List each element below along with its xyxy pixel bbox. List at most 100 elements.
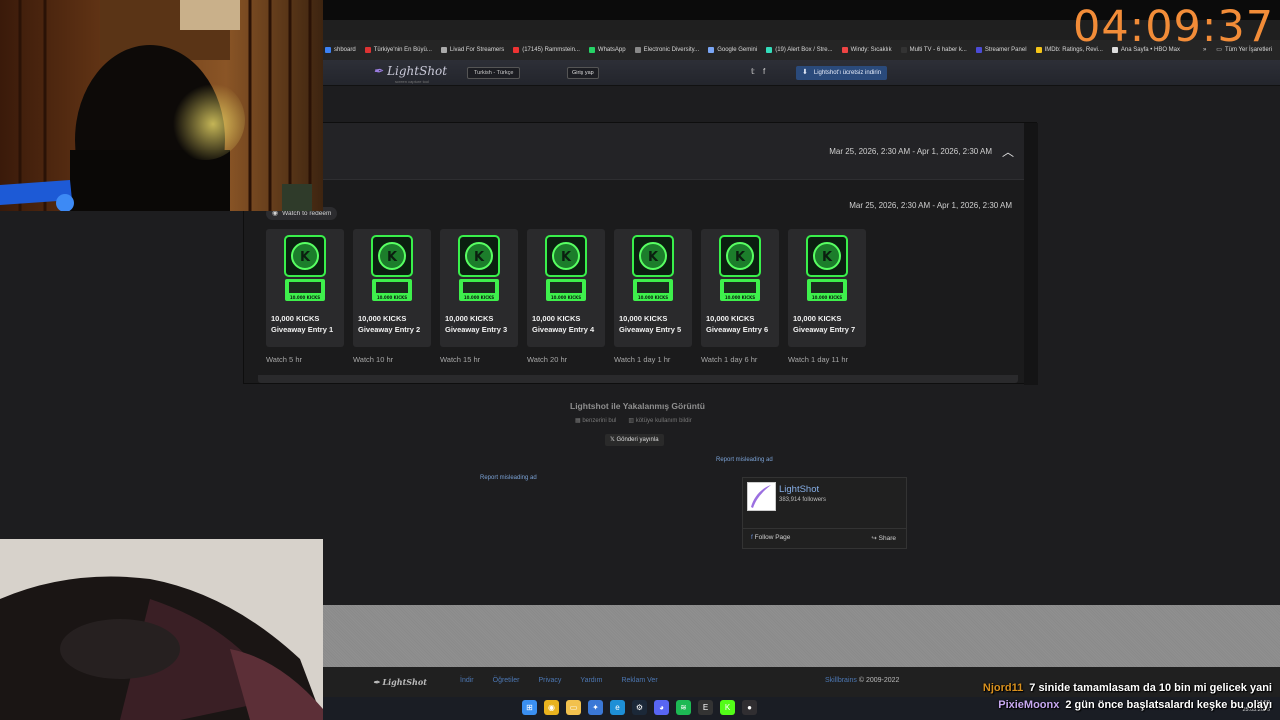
bookmark-item[interactable]: (17145) Rammstein... bbox=[513, 47, 580, 53]
bookmark-item[interactable]: Electronic Diversity... bbox=[634, 47, 699, 53]
svg-text:K: K bbox=[822, 250, 833, 265]
reward-requirement: Watch 1 day 11 hr bbox=[788, 355, 849, 364]
share-icon: ↪ bbox=[871, 535, 877, 542]
page-avatar[interactable] bbox=[747, 482, 776, 511]
noise-band bbox=[323, 605, 1280, 667]
tweet-button[interactable]: 𝕏 Gönderi yayınla bbox=[605, 434, 664, 446]
bookmark-label: Windy: Sıcaklık bbox=[850, 47, 892, 53]
reward-card[interactable]: K 10.000 KICKS 10,000 KICKS Giveaway Entry … bbox=[614, 229, 692, 375]
bookmark-favicon-icon bbox=[634, 47, 641, 53]
social-icons[interactable]: 𝕥 f bbox=[751, 67, 765, 76]
app-blue-icon[interactable]: ✦ bbox=[588, 700, 603, 715]
chat-username-2[interactable]: PixieMoonx bbox=[998, 699, 1059, 711]
card-bottom-bar bbox=[258, 375, 1018, 383]
footer-link[interactable]: Yardım bbox=[580, 677, 602, 684]
share-button[interactable]: ↪ Share bbox=[871, 534, 896, 542]
bookmark-favicon-icon bbox=[975, 47, 982, 53]
kicks-reward-image: K 10.000 KICKS bbox=[458, 235, 500, 301]
kicks-reward-image: K 10.000 KICKS bbox=[719, 235, 761, 301]
explorer-icon[interactable]: ▭ bbox=[566, 700, 581, 715]
reward-title-line1: 10,000 KICKS bbox=[532, 314, 581, 323]
reward-card[interactable]: K 10.000 KICKS 10,000 KICKS Giveaway Entry … bbox=[440, 229, 518, 375]
epic-icon[interactable]: E bbox=[698, 700, 713, 715]
bookmark-favicon-icon bbox=[766, 47, 773, 53]
footer-logo[interactable]: ✒ LightShot bbox=[373, 677, 427, 687]
bookmark-label: Streamer Panel bbox=[984, 47, 1027, 53]
kick-icon[interactable]: K bbox=[720, 700, 735, 715]
logo-text: LightShot bbox=[387, 64, 448, 78]
reward-title-line1: 10,000 KICKS bbox=[793, 314, 842, 323]
svg-text:K: K bbox=[648, 250, 659, 265]
footer-link[interactable]: İndir bbox=[460, 677, 474, 684]
reward-title-line1: 10,000 KICKS bbox=[445, 314, 494, 323]
facebook-widget: LightShot 383,914 followers f Follow Pag… bbox=[742, 477, 907, 549]
reward-title: 10,000 KICKS Giveaway Entry 1 bbox=[271, 313, 345, 335]
report-ad-link-2[interactable]: Report misleading ad bbox=[480, 475, 537, 481]
footer-logo-text: LightShot bbox=[382, 677, 427, 687]
spotify-icon[interactable]: ≋ bbox=[676, 700, 691, 715]
reward-badge-text: 10.000 KICKS bbox=[464, 295, 494, 300]
bookmark-favicon-icon bbox=[364, 47, 371, 53]
bookmark-favicon-icon bbox=[440, 47, 447, 53]
follower-count: 383,914 followers bbox=[779, 497, 827, 503]
reward-card[interactable]: K 10.000 KICKS 10,000 KICKS Giveaway Entry … bbox=[788, 229, 866, 375]
campaign-date-range: Mar 25, 2026, 2:30 AM - Apr 1, 2026, 2:3… bbox=[849, 201, 1012, 210]
reward-card[interactable]: K 10.000 KICKS 10,000 KICKS Giveaway Entry … bbox=[527, 229, 605, 375]
webcam-image-top bbox=[0, 0, 323, 211]
follow-label: Follow Page bbox=[754, 534, 791, 541]
login-button[interactable]: Giriş yap bbox=[567, 67, 599, 79]
download-button[interactable]: ⬇ Lightshot'ı ücretsiz indirin bbox=[796, 66, 888, 80]
language-select[interactable]: Turkish - Türkçe bbox=[467, 67, 521, 79]
bookmark-favicon-icon bbox=[513, 47, 520, 53]
reward-card[interactable]: K 10.000 KICKS 10,000 KICKS Giveaway Entry … bbox=[701, 229, 779, 375]
lightshot-header: ✒ LightShot screen capture tool Turkish -… bbox=[323, 60, 1280, 86]
bookmark-item[interactable]: Google Gemini bbox=[708, 47, 757, 53]
footer-copyright: Skillbrains © 2009-2022 bbox=[825, 677, 899, 684]
bookmark-item[interactable]: Multi TV - 6 haber k... bbox=[900, 47, 967, 53]
reward-card[interactable]: K 10.000 KICKS 10,000 KICKS Giveaway Entry … bbox=[266, 229, 344, 375]
reward-card[interactable]: K 10.000 KICKS 10,000 KICKS Giveaway Entry … bbox=[353, 229, 431, 375]
logo-subtitle: screen capture tool bbox=[395, 79, 430, 84]
report-ad-link-1[interactable]: Report misleading ad bbox=[716, 457, 773, 463]
bookmark-label: Google Gemini bbox=[717, 47, 758, 53]
bookmark-item[interactable]: (19) Alert Box / Stre... bbox=[766, 47, 833, 53]
bookmark-item[interactable]: Livad For Streamers bbox=[440, 47, 504, 53]
bookmark-item[interactable]: Windy: Sıcaklık bbox=[841, 47, 892, 53]
chat-message-1: Njord11 7 sinide tamamlasam da 10 bin mi … bbox=[983, 682, 1272, 694]
chrome-icon[interactable]: ◉ bbox=[544, 700, 559, 715]
rewards-list: K 10.000 KICKS 10,000 KICKS Giveaway Entry … bbox=[266, 229, 875, 375]
scroll-rail[interactable] bbox=[1024, 123, 1038, 385]
steam-icon[interactable]: ⚙ bbox=[632, 700, 647, 715]
facebook-icon[interactable]: f bbox=[763, 67, 765, 76]
bookmark-label: WhatsApp bbox=[597, 47, 626, 53]
bookmark-item[interactable]: Streamer Panel bbox=[975, 47, 1027, 53]
windows-icon[interactable]: ⊞ bbox=[522, 700, 537, 715]
bookmark-label: shboard bbox=[334, 47, 356, 53]
chevron-up-icon[interactable]: ︿ bbox=[1002, 143, 1014, 160]
taskbar-icons: ⊞ ◉ ▭ ✦ e ⚙ ◕ ≋ E K ● bbox=[522, 700, 764, 715]
footer-link[interactable]: Privacy bbox=[538, 677, 561, 684]
follow-page-button[interactable]: f Follow Page bbox=[751, 534, 790, 541]
report-abuse-link[interactable]: ▥ kötüye kullanım bildir bbox=[628, 417, 697, 424]
find-similar-link[interactable]: ▦ benzerini bul bbox=[575, 417, 622, 424]
obs-icon[interactable]: ● bbox=[742, 700, 757, 715]
footer-brand[interactable]: Skillbrains bbox=[825, 677, 857, 684]
screenshot-caption: Lightshot ile Yakalanmış Görüntü bbox=[570, 401, 705, 411]
twitter-icon[interactable]: 𝕥 bbox=[751, 67, 755, 76]
footer-link[interactable]: Öğretiler bbox=[493, 677, 520, 684]
footer-link[interactable]: Reklam Ver bbox=[621, 677, 657, 684]
kicks-reward-image: K 10.000 KICKS bbox=[545, 235, 587, 301]
bookmark-item[interactable]: Türkiye'nin En Büyü... bbox=[364, 47, 432, 53]
edge-icon[interactable]: e bbox=[610, 700, 625, 715]
page-name[interactable]: LightShot bbox=[779, 484, 819, 495]
bookmark-item[interactable]: WhatsApp bbox=[588, 47, 626, 53]
lightshot-logo[interactable]: ✒ LightShot screen capture tool bbox=[373, 64, 448, 84]
drops-card-header[interactable]: Mar 25, 2026, 2:30 AM - Apr 1, 2026, 2:3… bbox=[244, 123, 1024, 180]
chat-username-1[interactable]: Njord11 bbox=[983, 682, 1023, 694]
chat-text-1: 7 sinide tamamlasam da 10 bin mi gelicek… bbox=[1029, 682, 1272, 694]
kicks-reward-image: K 10.000 KICKS bbox=[371, 235, 413, 301]
reward-title: 10,000 KICKS Giveaway Entry 4 bbox=[532, 313, 606, 335]
reward-tile: K 10.000 KICKS 10,000 KICKS Giveaway Entry … bbox=[440, 229, 518, 347]
bookmark-item[interactable]: shboard bbox=[325, 47, 356, 53]
discord-icon[interactable]: ◕ bbox=[654, 700, 669, 715]
